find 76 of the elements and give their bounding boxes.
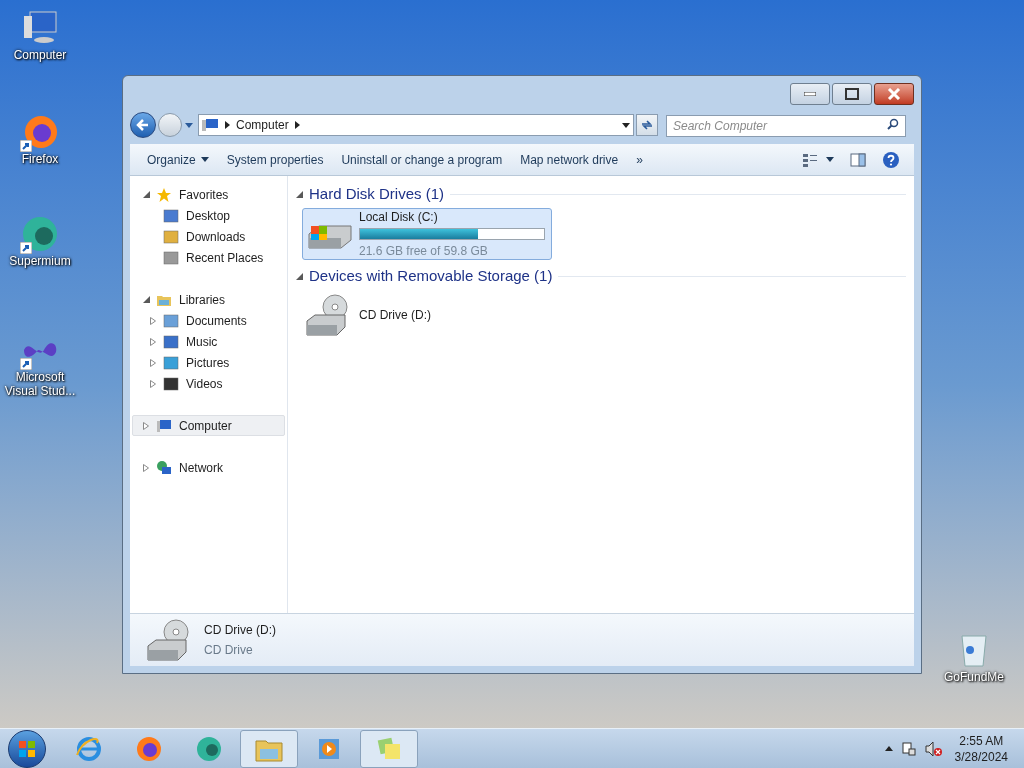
expand-arrow-icon[interactable] (143, 463, 149, 472)
collapse-arrow-icon[interactable] (143, 191, 150, 198)
back-arrow-icon (136, 119, 150, 131)
swirl-app-icon[interactable] (20, 214, 60, 254)
start-button[interactable] (8, 729, 46, 768)
toolbar-button[interactable]: Uninstall or change a program (332, 146, 512, 173)
computer-icon (201, 118, 219, 132)
desktop-icon-label[interactable]: Computer (13, 48, 67, 62)
nav-item[interactable]: Music (130, 331, 287, 352)
nav-item[interactable]: Videos (130, 373, 287, 394)
search-icon (887, 118, 899, 130)
star-icon (156, 186, 172, 203)
nav-item[interactable]: Libraries (132, 289, 285, 310)
globe-icon (156, 459, 172, 476)
maximize-icon (845, 88, 859, 100)
caret-icon (826, 157, 834, 162)
refresh-button[interactable] (636, 114, 658, 136)
desktop-icon-label[interactable]: Firefox (21, 152, 59, 166)
nav-item[interactable]: Network (132, 457, 285, 478)
nav-item[interactable]: Documents (130, 310, 287, 331)
drive-free-space: 21.6 GB free of 59.8 GB (359, 243, 489, 260)
collapse-arrow-icon[interactable] (296, 272, 303, 280)
address-bar[interactable]: Computer (198, 114, 634, 136)
nav-item[interactable]: Recent Places (130, 247, 287, 268)
collapse-arrow-icon[interactable] (143, 296, 150, 303)
computer-icon (156, 417, 172, 434)
windows-logo-icon (18, 739, 36, 758)
refresh-icon (640, 118, 654, 132)
nav-item[interactable]: Favorites (132, 184, 285, 205)
swirl-app-icon (195, 734, 223, 763)
show-hidden-icons-arrow-icon[interactable] (884, 746, 893, 751)
back-button[interactable] (130, 112, 156, 138)
group-header[interactable]: Devices with Removable Storage (1) (309, 264, 553, 288)
toolbar-button[interactable]: » (627, 146, 652, 173)
nav-item[interactable]: Desktop (130, 205, 287, 226)
expand-arrow-icon[interactable] (150, 316, 156, 325)
view-list-icon (802, 152, 818, 167)
toolbar-button[interactable]: Map network drive (511, 146, 628, 173)
close-icon (887, 88, 901, 100)
shortcut-arrow-icon (20, 242, 32, 254)
expand-arrow-icon[interactable] (150, 379, 156, 388)
shortcut-arrow-icon (20, 140, 32, 152)
drive-name: Local Disk (C:) (359, 209, 439, 226)
collapse-arrow-icon[interactable] (296, 190, 303, 198)
fox-browser-icon (135, 734, 163, 763)
preview-pane-icon (850, 152, 866, 167)
drive-tile[interactable]: CD Drive (D:) (302, 290, 552, 340)
nav-item[interactable]: Pictures (130, 352, 287, 373)
clock[interactable]: 2:55 AM 3/28/2024 (954, 732, 1008, 765)
toolbar-button[interactable]: System properties (217, 146, 333, 173)
minimize-icon (804, 92, 816, 96)
search-field[interactable]: Search Computer (666, 115, 906, 137)
close-button[interactable] (874, 83, 914, 105)
recent-pages-caret-icon[interactable] (184, 121, 194, 129)
details-type: CD Drive (204, 642, 254, 659)
toolbar-button[interactable]: Organize (138, 146, 218, 173)
drive-name: CD Drive (D:) (359, 307, 431, 324)
breadcrumb-arrow-icon[interactable] (294, 121, 300, 129)
minimize-button[interactable] (790, 83, 830, 105)
nav-item[interactable]: Computer (132, 415, 285, 436)
expand-arrow-icon[interactable] (150, 337, 156, 346)
maximize-button[interactable] (832, 83, 872, 105)
details-name: CD Drive (D:) (204, 622, 276, 639)
shortcut-arrow-icon (20, 358, 32, 370)
breadcrumb-arrow-icon[interactable] (225, 121, 230, 129)
expand-arrow-icon[interactable] (143, 421, 149, 430)
caret-icon (200, 157, 209, 162)
help-icon (882, 150, 900, 169)
dropdown-caret-icon[interactable] (621, 121, 631, 129)
muted-speaker-icon[interactable] (924, 740, 943, 757)
nav-item[interactable]: Downloads (130, 226, 287, 247)
drive-tile[interactable]: Local Disk (C:) 21.6 GB free of 59.8 GB (302, 208, 552, 260)
breadcrumb[interactable]: Computer (236, 116, 289, 134)
group-header[interactable]: Hard Disk Drives (1) (309, 182, 444, 206)
browser-e-icon (75, 734, 103, 763)
expand-arrow-icon[interactable] (150, 358, 156, 367)
